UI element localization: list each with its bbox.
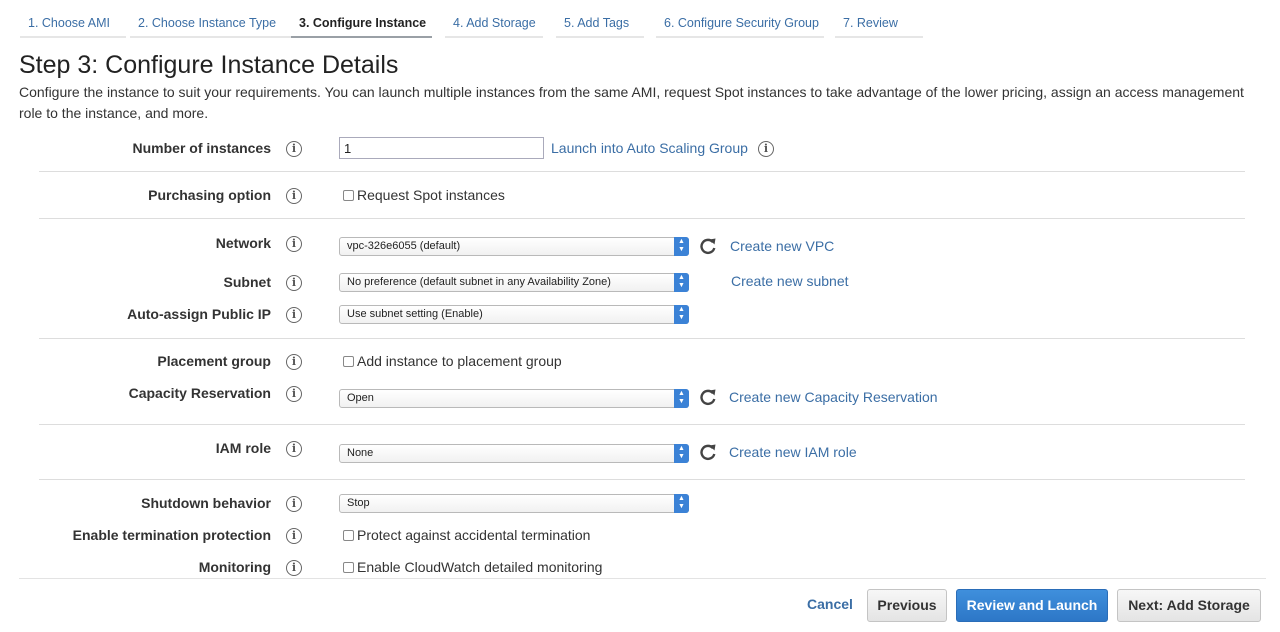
review-and-launch-button[interactable]: Review and Launch xyxy=(956,589,1108,622)
subnet-select[interactable]: No preference (default subnet in any Ava… xyxy=(339,273,689,292)
tab-choose-instance-type[interactable]: 2. Choose Instance Type xyxy=(130,8,300,38)
field-label: Subnet xyxy=(223,274,271,290)
info-icon[interactable]: i xyxy=(286,560,302,576)
field-label: Enable termination protection xyxy=(72,527,271,543)
info-icon[interactable]: i xyxy=(286,441,302,457)
checkbox-label: Protect against accidental termination xyxy=(357,527,591,543)
checkbox-label: Add instance to placement group xyxy=(357,353,562,369)
create-new-vpc-link[interactable]: Create new VPC xyxy=(730,238,834,254)
tab-review[interactable]: 7. Review xyxy=(835,8,923,38)
info-icon[interactable]: i xyxy=(286,307,302,323)
footer-divider xyxy=(19,578,1266,579)
request-spot-checkbox[interactable] xyxy=(343,190,354,201)
tab-add-tags[interactable]: 5. Add Tags xyxy=(556,8,644,38)
launch-auto-scaling-link[interactable]: Launch into Auto Scaling Group xyxy=(551,140,748,156)
placement-group-checkbox[interactable] xyxy=(343,356,354,367)
tab-configure-instance[interactable]: 3. Configure Instance xyxy=(291,8,432,38)
info-icon[interactable]: i xyxy=(286,386,302,402)
tab-configure-security-group[interactable]: 6. Configure Security Group xyxy=(656,8,824,38)
create-capacity-reservation-link[interactable]: Create new Capacity Reservation xyxy=(729,389,938,405)
field-label: Placement group xyxy=(157,353,271,369)
field-label: Number of instances xyxy=(132,140,271,156)
select-arrows-icon: ▲ ▼ xyxy=(674,273,689,292)
info-icon[interactable]: i xyxy=(286,188,302,204)
termination-protection-checkbox[interactable] xyxy=(343,530,354,541)
divider xyxy=(39,479,1245,480)
next-add-storage-button[interactable]: Next: Add Storage xyxy=(1117,589,1261,622)
network-select[interactable]: vpc-326e6055 (default) ▲ ▼ xyxy=(339,237,689,256)
info-icon[interactable]: i xyxy=(286,141,302,157)
select-value: None xyxy=(347,447,374,459)
refresh-icon[interactable] xyxy=(698,442,718,462)
field-label: Monitoring xyxy=(198,559,271,575)
select-arrows-icon: ▲ ▼ xyxy=(674,444,689,463)
select-value: Use subnet setting (Enable) xyxy=(347,308,483,320)
info-icon[interactable]: i xyxy=(286,275,302,291)
info-icon[interactable]: i xyxy=(758,141,774,157)
select-value: Stop xyxy=(347,497,370,509)
select-arrows-icon: ▲ ▼ xyxy=(674,305,689,324)
select-arrows-icon: ▲ ▼ xyxy=(674,237,689,256)
field-label: Auto-assign Public IP xyxy=(127,306,271,322)
select-arrows-icon: ▲ ▼ xyxy=(674,389,689,408)
field-label: Capacity Reservation xyxy=(128,385,271,401)
cloudwatch-monitoring-checkbox[interactable] xyxy=(343,562,354,573)
divider xyxy=(39,424,1245,425)
select-value: vpc-326e6055 (default) xyxy=(347,240,461,252)
previous-button[interactable]: Previous xyxy=(867,589,947,622)
info-icon[interactable]: i xyxy=(286,528,302,544)
capacity-reservation-select[interactable]: Open ▲ ▼ xyxy=(339,389,689,408)
divider xyxy=(39,218,1245,219)
field-label: Network xyxy=(215,235,271,251)
field-label: IAM role xyxy=(215,440,271,456)
divider xyxy=(39,338,1245,339)
iam-role-select[interactable]: None ▲ ▼ xyxy=(339,444,689,463)
create-iam-role-link[interactable]: Create new IAM role xyxy=(729,444,857,460)
select-value: No preference (default subnet in any Ava… xyxy=(347,276,611,288)
number-of-instances-input[interactable] xyxy=(339,137,544,159)
tab-add-storage[interactable]: 4. Add Storage xyxy=(445,8,543,38)
refresh-icon[interactable] xyxy=(698,236,718,256)
field-label: Purchasing option xyxy=(148,187,271,203)
checkbox-label: Request Spot instances xyxy=(357,187,505,203)
checkbox-label: Enable CloudWatch detailed monitoring xyxy=(357,559,603,575)
cancel-button[interactable]: Cancel xyxy=(801,589,859,622)
info-icon[interactable]: i xyxy=(286,236,302,252)
divider xyxy=(39,171,1245,172)
auto-assign-ip-select[interactable]: Use subnet setting (Enable) ▲ ▼ xyxy=(339,305,689,324)
page-title: Step 3: Configure Instance Details xyxy=(19,51,399,79)
select-arrows-icon: ▲ ▼ xyxy=(674,494,689,513)
shutdown-behavior-select[interactable]: Stop ▲ ▼ xyxy=(339,494,689,513)
field-label: Shutdown behavior xyxy=(141,495,271,511)
tab-choose-ami[interactable]: 1. Choose AMI xyxy=(20,8,126,38)
page-description: Configure the instance to suit your requ… xyxy=(19,84,1244,121)
refresh-icon[interactable] xyxy=(698,387,718,407)
info-icon[interactable]: i xyxy=(286,354,302,370)
create-new-subnet-link[interactable]: Create new subnet xyxy=(731,273,849,289)
info-icon[interactable]: i xyxy=(286,496,302,512)
select-value: Open xyxy=(347,392,374,404)
